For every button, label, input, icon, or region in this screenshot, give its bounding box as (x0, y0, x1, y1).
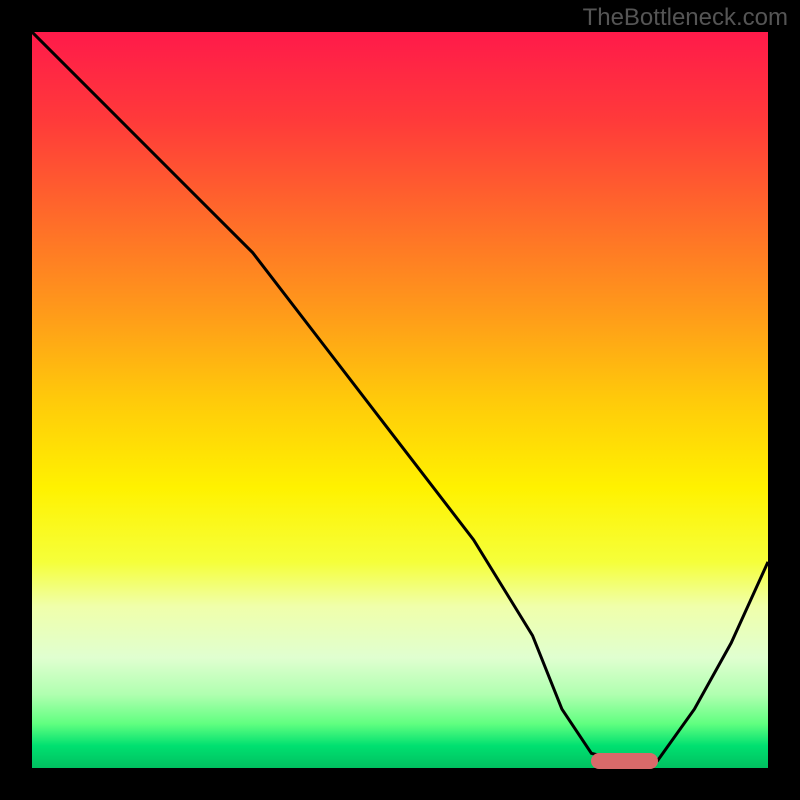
chart-plot-area (32, 32, 768, 768)
optimal-range-marker (591, 753, 657, 769)
watermark-text: TheBottleneck.com (583, 4, 788, 32)
bottleneck-curve (32, 32, 768, 768)
